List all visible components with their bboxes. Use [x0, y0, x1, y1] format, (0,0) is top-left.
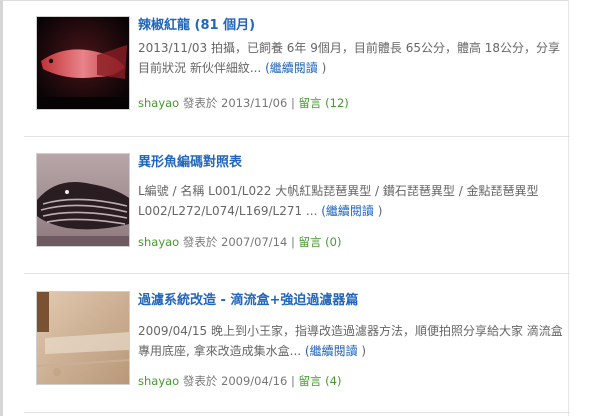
posted-label: 發表於	[179, 235, 222, 249]
post-date: 2013/11/06	[221, 96, 288, 110]
read-more-close: )	[373, 204, 383, 218]
comments-count[interactable]: (4)	[322, 374, 341, 388]
arowana-thumbnail[interactable]	[36, 16, 130, 110]
read-more-link[interactable]: (繼續閱讀	[321, 204, 374, 218]
post-title-link[interactable]: 辣椒紅龍 (81 個月)	[138, 14, 255, 33]
post-date: 2007/07/14	[221, 235, 288, 249]
pleco-thumbnail[interactable]	[36, 153, 130, 247]
read-more-link[interactable]: (繼續閱讀	[265, 61, 318, 75]
post-title-text[interactable]: 辣椒紅龍	[138, 18, 190, 33]
frame-top-border	[0, 0, 589, 1]
post-title-text[interactable]: 異形魚編碼對照表	[138, 155, 242, 170]
comments-link[interactable]: 留言	[299, 374, 322, 388]
post-excerpt: 2013/11/03 拍攝，已飼養 6年 9個月，目前體長 65公分，體高 18…	[138, 38, 568, 78]
page-scroll-gutter[interactable]	[568, 0, 589, 416]
post-excerpt: L編號 / 名稱 L001/L022 大帆紅點琵琶異型 / 鑽石琵琶異型 / 金…	[138, 181, 568, 221]
post-excerpt: 2009/04/15 晚上到小王家，指導改造過濾器方法，順便拍照分享給大家 滴流…	[138, 321, 568, 361]
post-title-link[interactable]: 異形魚編碼對照表	[138, 151, 242, 170]
post-title-count[interactable]: (81 個月)	[195, 18, 256, 33]
author-link[interactable]: shayao	[138, 96, 179, 110]
post-item: 異形魚編碼對照表 L編號 / 名稱 L001/L022 大帆紅點琵琶異型 / 鑽…	[36, 153, 566, 273]
post-meta: shayao 發表於 2013/11/06 | 留言 (12)	[138, 95, 349, 111]
frame-left-border	[0, 0, 3, 416]
posted-label: 發表於	[179, 96, 222, 110]
post-item: 過濾系統改造 - 滴流盒+強迫過濾器篇 2009/04/15 晚上到小王家，指導…	[36, 291, 566, 411]
meta-divider: |	[287, 374, 299, 388]
meta-divider: |	[287, 235, 299, 249]
comments-count[interactable]: (12)	[322, 96, 349, 110]
posted-label: 發表於	[179, 374, 222, 388]
post-meta: shayao 發表於 2009/04/16 | 留言 (4)	[138, 373, 341, 389]
read-more-close: )	[317, 61, 327, 75]
post-title-link[interactable]: 過濾系統改造 - 滴流盒+強迫過濾器篇	[138, 289, 358, 308]
read-more-link[interactable]: (繼續閱讀	[305, 344, 358, 358]
post-meta: shayao 發表於 2007/07/14 | 留言 (0)	[138, 234, 341, 250]
author-link[interactable]: shayao	[138, 374, 179, 388]
post-excerpt-text: 2013/11/03 拍攝，已飼養 6年 9個月，目前體長 65公分，體高 18…	[138, 41, 561, 75]
post-separator	[24, 136, 570, 137]
meta-divider: |	[287, 96, 299, 110]
comments-link[interactable]: 留言	[299, 235, 322, 249]
author-link[interactable]: shayao	[138, 235, 179, 249]
read-more-close: )	[357, 344, 367, 358]
post-separator	[24, 273, 570, 274]
post-title-text[interactable]: 過濾系統改造 - 滴流盒+強迫過濾器篇	[138, 293, 358, 308]
post-item: 辣椒紅龍 (81 個月) 2013/11/03 拍攝，已飼養 6年 9個月，目前…	[36, 16, 566, 136]
filter-box-thumbnail[interactable]	[36, 291, 130, 385]
comments-link[interactable]: 留言	[299, 96, 322, 110]
post-date: 2009/04/16	[221, 374, 288, 388]
post-separator	[24, 412, 570, 413]
comments-count[interactable]: (0)	[322, 235, 341, 249]
